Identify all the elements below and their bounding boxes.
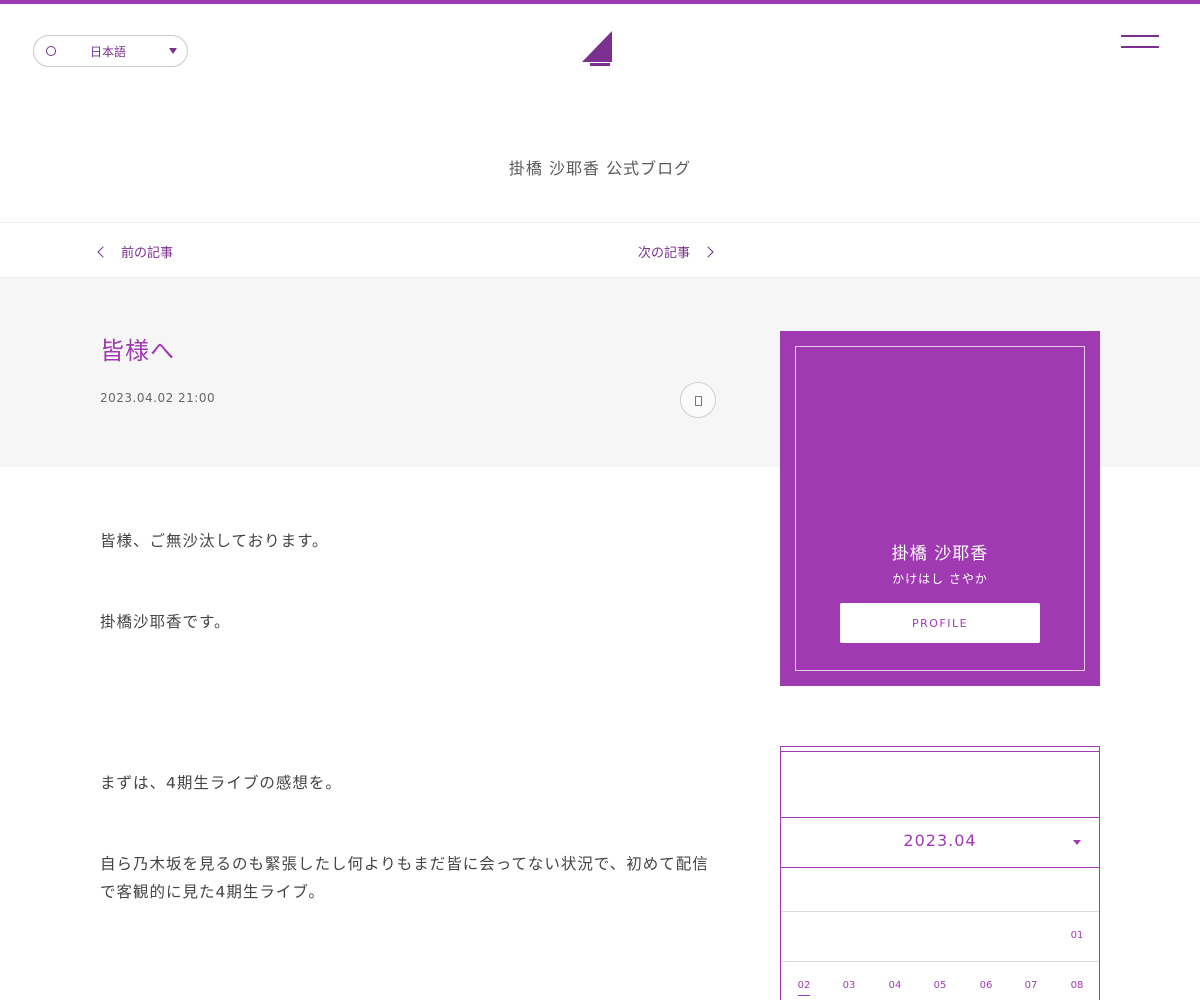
post-paragraph: まずは、4期生ライブの感想を。 (100, 774, 342, 792)
profile-name: 掛橋 沙耶香 (891, 544, 989, 564)
calendar-day[interactable]: 08 (1065, 980, 1089, 991)
calendar-day-selected[interactable]: 02 (792, 980, 816, 996)
language-selector[interactable]: 日本語 (33, 35, 188, 67)
divider (781, 751, 1099, 752)
divider (781, 746, 1099, 747)
calendar-day[interactable]: 03 (837, 980, 861, 991)
post-title: 皆様へ (100, 337, 175, 365)
post-paragraph: 自ら乃木坂を見るのも緊張したし何よりもまだ皆に会ってない状況で、初めて配信で客観… (100, 855, 709, 901)
divider (0, 222, 1200, 223)
next-article-link[interactable]: 次の記事 (638, 242, 714, 261)
share-button[interactable] (680, 382, 716, 418)
profile-card: 掛橋 沙耶香 かけはし さやか PROFILE (780, 331, 1100, 686)
divider (781, 961, 1099, 962)
profile-button[interactable]: PROFILE (840, 603, 1040, 643)
divider (781, 817, 1099, 818)
prev-article-link[interactable]: 前の記事 (95, 242, 173, 261)
top-accent-bar (0, 0, 1200, 4)
caret-down-icon[interactable] (1073, 840, 1081, 845)
chevron-right-icon (702, 245, 714, 258)
calendar-month[interactable]: 2023.04 (781, 831, 1099, 850)
language-label: 日本語 (90, 44, 127, 59)
divider (781, 911, 1099, 912)
divider (781, 867, 1099, 868)
post-paragraph: 皆様、ご無沙汰しております。 (100, 532, 329, 550)
chevron-left-icon (97, 245, 109, 258)
post-date: 2023.04.02 21:00 (100, 391, 216, 405)
calendar-day[interactable]: 06 (974, 980, 998, 991)
next-article-label: 次の記事 (638, 246, 691, 261)
post-paragraph: 掛橋沙耶香です。 (100, 613, 231, 631)
calendar-day[interactable]: 07 (1019, 980, 1043, 991)
calendar-day[interactable]: 01 (1065, 930, 1089, 941)
share-icon (695, 396, 702, 406)
calendar-day[interactable]: 04 (883, 980, 907, 991)
blog-title: 掛橋 沙耶香 公式ブログ (508, 159, 692, 178)
logo-icon[interactable] (582, 31, 614, 67)
menu-icon[interactable] (1121, 35, 1159, 49)
profile-kana: かけはし さやか (892, 572, 988, 586)
calendar-day[interactable]: 05 (928, 980, 952, 991)
caret-down-icon (169, 48, 177, 54)
archive-calendar: 2023.04 01 02 03 04 05 06 07 08 (780, 746, 1100, 1000)
globe-icon (46, 46, 56, 56)
prev-article-label: 前の記事 (121, 246, 174, 261)
